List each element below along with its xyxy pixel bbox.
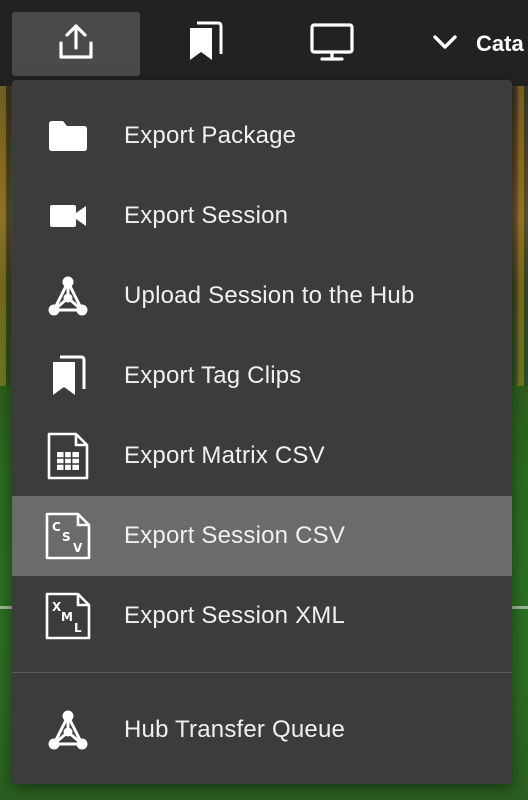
menu-item-upload-session-hub[interactable]: Upload Session to the Hub: [12, 256, 512, 336]
hub-icon: [42, 270, 94, 322]
export-menu: Export Package Export Session Upload Ses…: [12, 80, 512, 784]
monitor-icon: [309, 22, 355, 67]
video-camera-icon: [42, 190, 94, 242]
bookmarks-icon: [42, 350, 94, 402]
menu-item-label: Export Session: [124, 202, 289, 229]
menu-item-export-package[interactable]: Export Package: [12, 96, 512, 176]
app-window: Cata Export Package Export Session Uploa…: [0, 0, 528, 800]
svg-text:L: L: [74, 621, 82, 635]
menu-item-label: Upload Session to the Hub: [124, 282, 415, 309]
menu-item-label: Export Session CSV: [124, 522, 346, 549]
svg-text:M: M: [61, 610, 73, 624]
catalog-dropdown[interactable]: Cata: [420, 12, 528, 76]
tag-clips-button[interactable]: [140, 12, 268, 76]
csv-file-icon: C S V: [42, 510, 94, 562]
svg-text:C: C: [52, 520, 61, 534]
menu-item-label: Export Package: [124, 122, 297, 149]
upload-button[interactable]: [12, 12, 140, 76]
svg-text:S: S: [62, 530, 71, 544]
menu-item-hub-transfer-queue[interactable]: Hub Transfer Queue: [12, 690, 512, 770]
upload-icon: [56, 22, 96, 67]
menu-divider: [12, 672, 512, 673]
bookmarks-icon: [184, 20, 224, 69]
menu-item-export-tag-clips[interactable]: Export Tag Clips: [12, 336, 512, 416]
folder-icon: [42, 110, 94, 162]
xml-file-icon: X M L: [42, 590, 94, 642]
menu-item-label: Export Matrix CSV: [124, 442, 325, 469]
menu-item-export-session-xml[interactable]: X M L Export Session XML: [12, 576, 512, 656]
menu-item-label: Hub Transfer Queue: [124, 716, 346, 743]
menu-item-export-session[interactable]: Export Session: [12, 176, 512, 256]
chevron-down-icon: [432, 32, 458, 57]
catalog-label: Cata: [476, 31, 524, 56]
display-button[interactable]: [268, 12, 396, 76]
menu-item-label: Export Session XML: [124, 602, 346, 629]
toolbar: Cata: [0, 0, 528, 86]
hub-icon: [42, 704, 94, 756]
table-file-icon: [42, 430, 94, 482]
menu-item-export-matrix-csv[interactable]: Export Matrix CSV: [12, 416, 512, 496]
menu-item-export-session-csv[interactable]: C S V Export Session CSV: [12, 496, 512, 576]
svg-text:V: V: [73, 541, 83, 555]
menu-item-label: Export Tag Clips: [124, 362, 302, 389]
